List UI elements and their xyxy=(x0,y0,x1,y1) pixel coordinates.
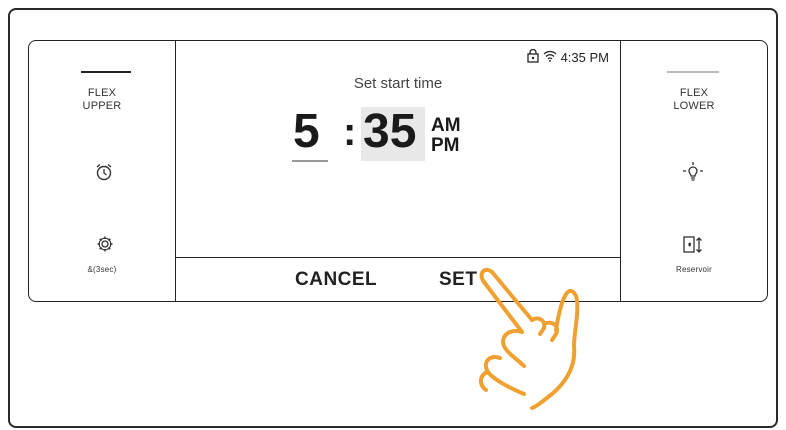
upper-zone-label-line1: FLEX xyxy=(87,87,117,99)
status-bar: 4:35 PM xyxy=(526,48,609,66)
lower-zone-label-line2: LOWER xyxy=(673,100,715,112)
right-zone-panel: FLEX LOWER Reservoir xyxy=(620,41,767,301)
set-start-time-prompt: Set start time xyxy=(353,75,443,92)
reservoir-icon[interactable] xyxy=(683,235,705,255)
light-bulb-icon[interactable] xyxy=(681,161,705,185)
wifi-icon xyxy=(543,50,557,65)
control-panel: FLEX UPPER &(3sec) 4:35 PM Set start tim… xyxy=(28,40,768,302)
main-display: 4:35 PM Set start time 5 : 35 AM PM xyxy=(175,41,621,258)
left-zone-panel: FLEX UPPER &(3sec) xyxy=(29,41,176,301)
hour-field[interactable]: 5 xyxy=(293,105,320,159)
reservoir-caption: Reservoir xyxy=(675,265,713,274)
upper-zone-label[interactable]: FLEX UPPER xyxy=(29,87,175,113)
time-separator: : xyxy=(343,110,357,154)
tapping-hand-icon xyxy=(470,262,600,417)
hour-underline xyxy=(292,160,328,162)
pm-option[interactable]: PM xyxy=(431,135,460,157)
upper-zone-label-line2: UPPER xyxy=(82,100,122,112)
status-time: 4:35 PM xyxy=(560,50,609,65)
lower-zone-label[interactable]: FLEX LOWER xyxy=(621,87,767,113)
lower-zone-label-line1: FLEX xyxy=(679,87,709,99)
alarm-clock-icon[interactable] xyxy=(94,162,114,182)
am-option[interactable]: AM xyxy=(431,115,461,137)
settings-caption: &(3sec) xyxy=(87,265,117,274)
gear-icon[interactable] xyxy=(96,235,114,253)
cancel-button[interactable]: CANCEL xyxy=(295,269,377,291)
upper-zone-indicator-bar xyxy=(81,71,131,73)
lock-icon xyxy=(526,48,539,66)
lower-zone-indicator-bar xyxy=(667,71,719,73)
minute-field[interactable]: 35 xyxy=(363,105,416,159)
